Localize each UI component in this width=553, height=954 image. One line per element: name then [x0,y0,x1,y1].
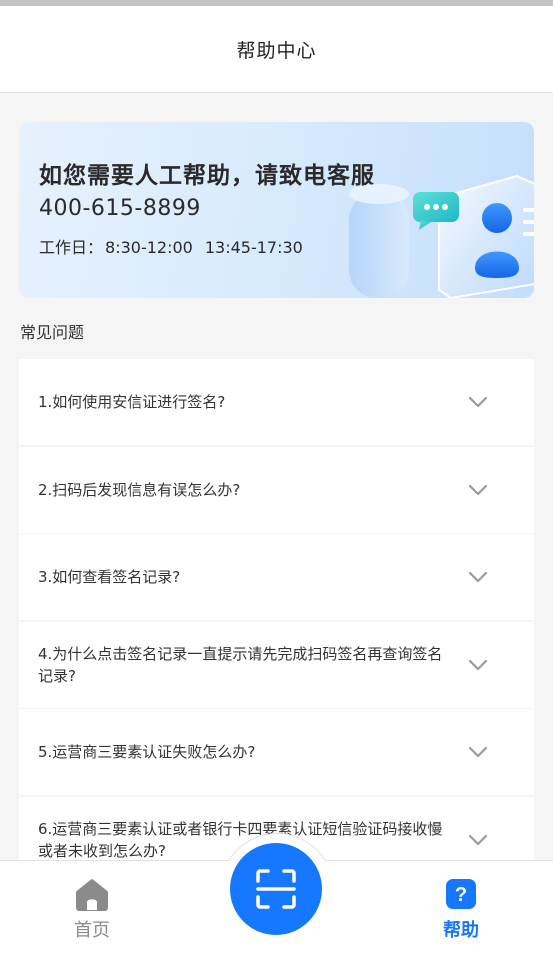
faq-item[interactable]: 3.如何查看签名记录? [19,534,534,620]
svg-text:?: ? [455,884,467,906]
faq-question: 1.如何使用安信证进行签名? [38,393,226,411]
banner-title: 如您需要人工帮助，请致电客服 [39,163,375,189]
scan-icon [256,869,296,909]
chevron-down-icon [468,571,488,583]
customer-service-banner: 如您需要人工帮助，请致电客服 400-615-8899 工作日： 8:30-12:… [19,122,534,298]
customer-service-illustration [349,174,534,298]
hours-morning: 8:30-12:00 [105,238,193,257]
question-icon: ? [446,879,476,909]
chevron-down-icon [468,659,488,670]
hours-afternoon: 13:45-17:30 [204,238,303,257]
scan-button[interactable] [230,843,322,935]
nav-help[interactable]: ? 帮助 [421,861,501,954]
page-title: 帮助中心 [236,39,317,62]
service-hours: 工作日： 8:30-12:00 13:45-17:30 [39,234,303,258]
faq-item[interactable]: 5.运营商三要素认证失败怎么办? [19,709,534,795]
faq-question: 3.如何查看签名记录? [38,568,181,586]
faq-item[interactable]: 2.扫码后发现信息有误怎么办? [19,446,534,533]
chevron-down-icon [468,484,488,495]
nav-home[interactable]: 首页 [52,861,132,954]
nav-help-label: 帮助 [443,920,479,941]
hours-label: 工作日： [39,238,104,257]
chevron-down-icon [468,746,488,758]
faq-list: 1.如何使用安信证进行签名? 2.扫码后发现信息有误怎么办? 3.如何查看签名记… [19,359,534,860]
faq-section-title: 常见问题 [20,323,85,342]
faq-question: 5.运营商三要素认证失败怎么办? [38,743,256,761]
header-bar: 帮助中心 [0,6,553,93]
chevron-down-icon [468,396,488,408]
chevron-down-icon [468,834,488,845]
faq-item[interactable]: 1.如何使用安信证进行签名? [19,359,534,445]
faq-item[interactable]: 4.为什么点击签名记录一直提示请先完成扫码签名再查询签名记录? [19,621,534,708]
home-icon [76,879,108,911]
faq-question: 2.扫码后发现信息有误怎么办? [38,480,241,499]
faq-question: 4.为什么点击签名记录一直提示请先完成扫码签名再查询签名记录? [38,644,443,685]
nav-home-label: 首页 [74,920,110,941]
service-phone-number[interactable]: 400-615-8899 [39,196,201,221]
